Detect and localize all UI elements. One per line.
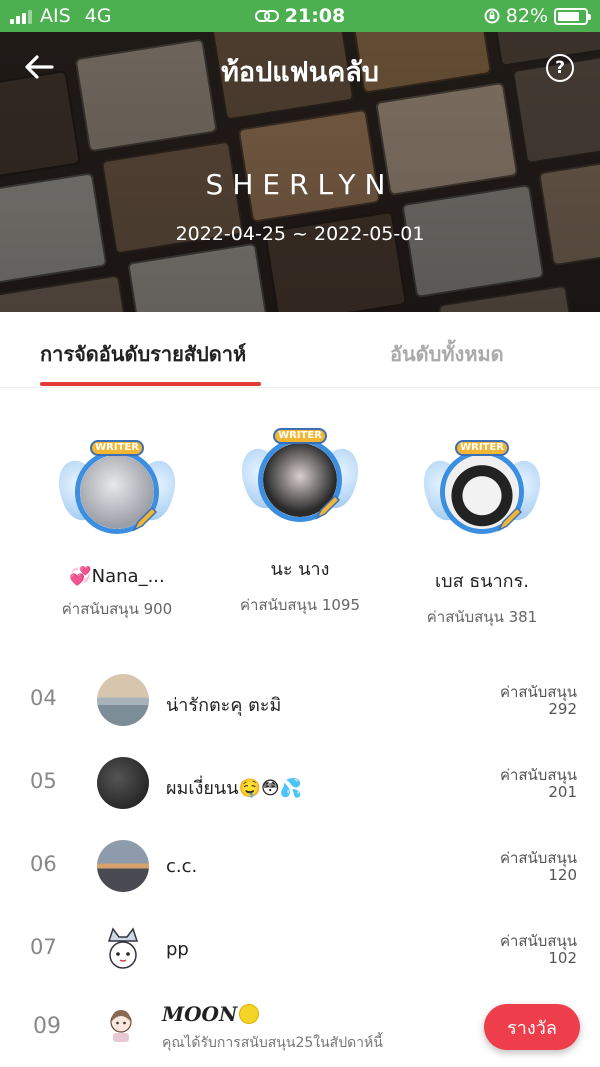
list-item[interactable]: 04 น่ารักตะคุ ตะมิ ค่าสนับสนุน 292	[0, 660, 600, 742]
fan-name: 💞Nana_...	[69, 566, 165, 587]
writer-badge: WRITER	[234, 426, 366, 536]
status-right: 82%	[484, 0, 591, 32]
status-bar: AIS 4G 21:08 82%	[0, 0, 600, 32]
battery-icon	[554, 7, 591, 25]
list-item[interactable]: 06 c.c. ค่าสนับสนุน 120	[0, 826, 600, 908]
fan-name: pp	[166, 939, 189, 960]
pen-icon	[497, 506, 523, 532]
coin-icon	[239, 1004, 260, 1024]
girl-avatar-icon	[110, 1010, 132, 1042]
ranking-tabs: การจัดอันดับรายสัปดาห์ อันดับทั้งหมด	[0, 312, 600, 388]
fan-support: ค่าสนับสนุน 900	[61, 600, 173, 618]
nav-bar: ท้อปแฟนคลับ ?	[0, 32, 600, 104]
rotation-lock-icon	[484, 8, 500, 24]
fan-name: ผมเงี่ยนน🤤😳💦	[166, 778, 303, 799]
fan-support: ค่าสนับสนุน 1095	[240, 596, 360, 614]
avatar	[97, 674, 149, 726]
fan-name: c.c.	[166, 856, 198, 877]
rank-number: 05	[30, 769, 57, 793]
list-item[interactable]: 07 pp ค่าสนับสนุน 102	[0, 909, 600, 991]
pen-icon	[315, 494, 341, 520]
writer-badge: WRITER	[416, 438, 548, 548]
cartoon-cat-avatar-icon	[107, 927, 139, 969]
support-value: 120	[548, 866, 577, 884]
support-value: 201	[548, 783, 577, 801]
hero-banner: ท้อปแฟนคลับ ? SHERLYN 2022-04-25 ~ 2022-…	[0, 32, 600, 312]
rank-number: 07	[30, 935, 57, 959]
support-value: 102	[548, 949, 577, 967]
my-support-note: คุณได้รับการสนับสนุน25ในสัปดาห์นี้	[162, 1035, 383, 1051]
club-name: SHERLYN	[205, 168, 395, 201]
date-range: 2022-04-25 ~ 2022-05-01	[175, 223, 425, 245]
help-icon[interactable]: ?	[546, 54, 574, 82]
my-name: MOON	[162, 1002, 260, 1026]
top-fan-3[interactable]: WRITER เบส ธนากร. ค่าสนับสนุน 381	[387, 438, 577, 629]
battery-percent: 82%	[505, 5, 548, 27]
clock: 21:08	[284, 5, 346, 27]
fan-name: เบส ธนากร.	[435, 571, 529, 592]
active-tab-indicator	[40, 382, 261, 386]
tab-weekly-ranking[interactable]: การจัดอันดับรายสัปดาห์	[40, 338, 246, 370]
avatar	[97, 757, 149, 809]
tab-all-ranking[interactable]: อันดับทั้งหมด	[390, 338, 504, 370]
app-root: AIS 4G 21:08 82% ท้อปแฟนคลับ ? SHERLYN 2…	[0, 0, 600, 1067]
reward-button[interactable]: รางวัล	[484, 1004, 580, 1050]
avatar	[97, 923, 149, 975]
rank-number: 06	[30, 852, 57, 876]
fan-support: ค่าสนับสนุน 381	[426, 608, 538, 626]
writer-tag: WRITER	[90, 440, 144, 456]
my-name-text: MOON	[162, 1002, 238, 1026]
avatar	[97, 840, 149, 892]
writer-tag: WRITER	[273, 428, 327, 444]
link-icon	[254, 10, 279, 22]
top-three: WRITER 💞Nana_... ค่าสนับสนุน 900 WRITER …	[0, 428, 600, 630]
battery-fill	[558, 11, 580, 21]
pen-icon	[132, 506, 158, 532]
writer-badge: WRITER	[51, 438, 183, 548]
list-item[interactable]: 05 ผมเงี่ยนน🤤😳💦 ค่าสนับสนุน 201	[0, 743, 600, 825]
writer-tag: WRITER	[455, 440, 509, 456]
my-ranking-row[interactable]: 09 MOON คุณได้รับการสนับสนุน25ในสัปดาห์น…	[0, 990, 600, 1067]
support-value: 292	[548, 700, 577, 718]
top-fan-2[interactable]: WRITER 💞Nana_... ค่าสนับสนุน 900	[22, 438, 212, 621]
rank-number: 09	[33, 1014, 61, 1039]
fan-name: นะ นาง	[270, 559, 330, 580]
rank-number: 04	[30, 686, 57, 710]
top-fan-1[interactable]: WRITER นะ นาง ค่าสนับสนุน 1095	[205, 426, 395, 617]
fan-name: น่ารักตะคุ ตะมิ	[166, 695, 282, 716]
page-title: ท้อปแฟนคลับ	[221, 57, 379, 88]
